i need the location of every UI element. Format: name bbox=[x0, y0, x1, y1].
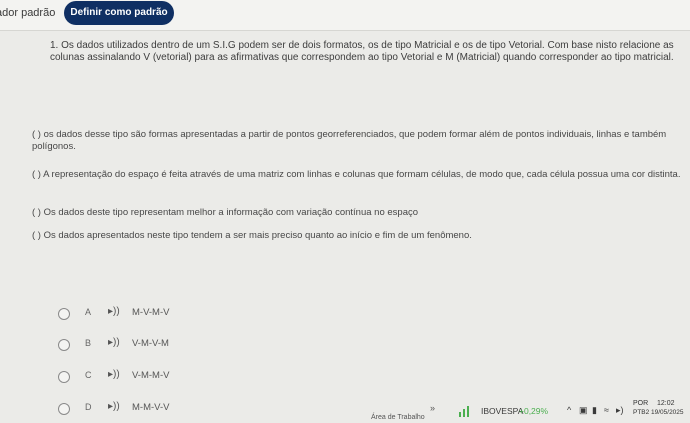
option-b-radio[interactable] bbox=[58, 339, 70, 351]
question-number: 1. bbox=[50, 40, 59, 51]
ticker-change: +0,29% bbox=[519, 406, 549, 416]
clock-time[interactable]: 12:02 bbox=[657, 400, 675, 407]
default-browser-label: ador padrão bbox=[0, 7, 56, 19]
taskbar: Área de Trabalho » IBOVESPA +0,29% ^ ▣ ▮… bbox=[0, 398, 690, 423]
language-indicator[interactable]: POR bbox=[633, 400, 648, 407]
option-b[interactable]: B ▸)) V-M-V-M bbox=[58, 337, 358, 353]
option-c-letter: C bbox=[85, 370, 92, 380]
chevron-up-icon[interactable]: ^ bbox=[567, 405, 571, 415]
option-a[interactable]: A ▸)) M-V-M-V bbox=[58, 306, 358, 322]
speaker-icon[interactable]: ▸)) bbox=[108, 306, 120, 317]
battery-icon[interactable]: ▮ bbox=[592, 405, 597, 416]
device-icon[interactable]: ▣ bbox=[579, 405, 588, 416]
speaker-icon[interactable]: ▸)) bbox=[108, 369, 120, 380]
browser-topbar: ador padrão Definir como padrão bbox=[0, 0, 690, 31]
wifi-icon[interactable]: ≈ bbox=[604, 405, 609, 415]
option-b-text: V-M-V-M bbox=[132, 338, 169, 349]
option-a-radio[interactable] bbox=[58, 308, 70, 320]
option-a-text: M-V-M-V bbox=[132, 307, 170, 318]
clock-date[interactable]: 19/05/2025 bbox=[651, 409, 684, 416]
option-c-radio[interactable] bbox=[58, 371, 70, 383]
option-c-text: V-M-M-V bbox=[132, 370, 170, 381]
stock-chart-icon bbox=[459, 406, 469, 417]
question-text: Os dados utilizados dentro de um S.I.G p… bbox=[50, 40, 674, 63]
chevron-right-icon[interactable]: » bbox=[430, 403, 435, 413]
statement-3: ( ) Os dados deste tipo representam melh… bbox=[32, 207, 419, 218]
volume-icon[interactable]: ▸) bbox=[616, 405, 624, 416]
statement-2: ( ) A representação do espaço é feita at… bbox=[32, 169, 681, 180]
keyboard-layout-indicator[interactable]: PTB2 bbox=[633, 409, 649, 416]
option-c[interactable]: C ▸)) V-M-M-V bbox=[58, 369, 358, 385]
set-default-button[interactable]: Definir como padrão bbox=[64, 1, 174, 25]
work-area-label[interactable]: Área de Trabalho bbox=[371, 414, 425, 421]
ticker-label[interactable]: IBOVESPA bbox=[481, 406, 523, 416]
option-a-letter: A bbox=[85, 307, 92, 317]
speaker-icon[interactable]: ▸)) bbox=[108, 337, 120, 348]
option-b-letter: B bbox=[85, 338, 92, 348]
statement-1: ( ) os dados desse tipo são formas apres… bbox=[32, 129, 667, 152]
statement-4: ( ) Os dados apresentados neste tipo ten… bbox=[32, 230, 472, 241]
question-prompt: 1. Os dados utilizados dentro de um S.I.… bbox=[50, 40, 680, 64]
